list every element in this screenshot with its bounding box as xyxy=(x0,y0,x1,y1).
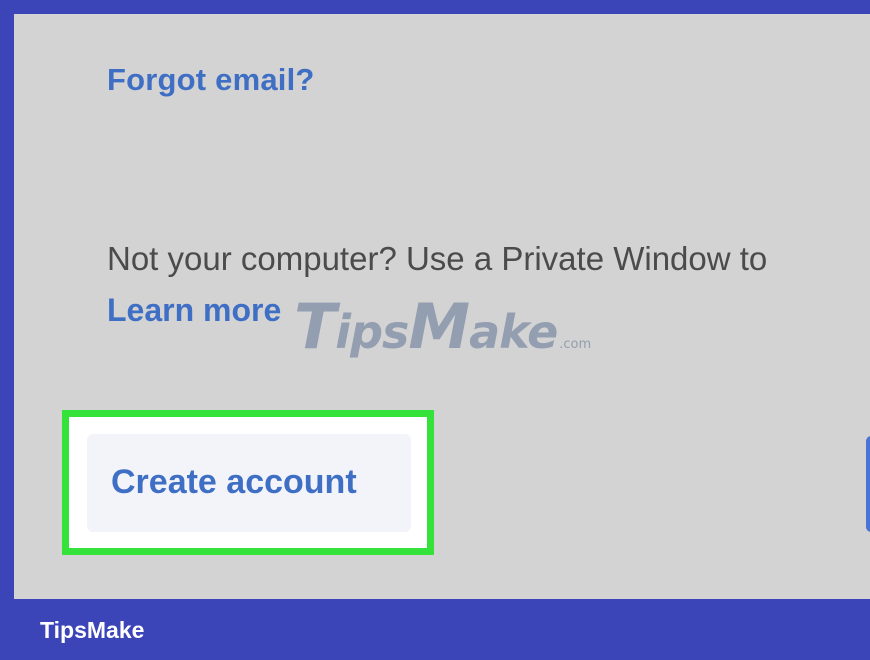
private-window-notice: Not your computer? Use a Private Window … xyxy=(107,240,768,277)
watermark-tld: .com xyxy=(559,337,592,352)
tutorial-frame: Forgot email? Not your computer? Use a P… xyxy=(0,0,870,660)
watermark-text-ake: ake xyxy=(469,305,558,359)
next-button-edge[interactable] xyxy=(866,436,870,532)
create-account-button[interactable]: Create account xyxy=(87,434,411,532)
learn-more-link[interactable]: Learn more xyxy=(107,292,281,329)
watermark-text-ips: ips xyxy=(335,305,409,359)
signin-screen: Forgot email? Not your computer? Use a P… xyxy=(14,14,870,599)
watermark-letter-t: T xyxy=(294,290,336,363)
tipsmake-watermark: TipsMake .com xyxy=(294,296,591,358)
forgot-email-link[interactable]: Forgot email? xyxy=(107,62,315,98)
highlight-box: Create account xyxy=(62,410,434,555)
create-account-label: Create account xyxy=(111,463,357,501)
footer-brand: TipsMake xyxy=(40,617,145,643)
watermark-letter-m: M xyxy=(408,290,470,363)
